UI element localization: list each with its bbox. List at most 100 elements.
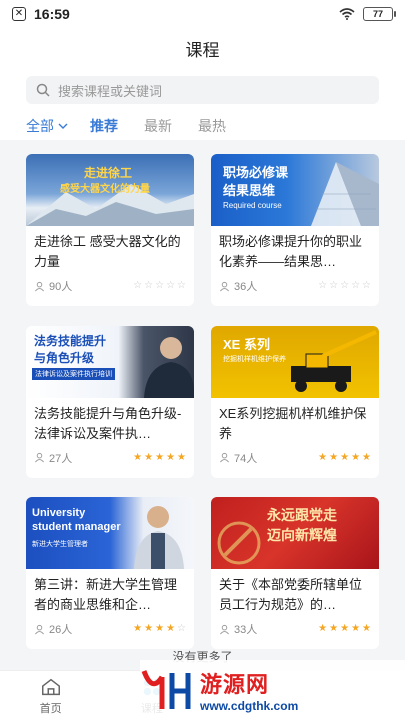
star-icon: ★ [340, 451, 350, 463]
battery-icon: 77 [363, 7, 396, 21]
search-section: 搜索课程或关键词 [0, 68, 405, 112]
rating-stars: ★ ★ ★ ★ ☆ [133, 624, 186, 634]
search-input[interactable]: 搜索课程或关键词 [26, 76, 379, 104]
tab-home[interactable]: 首页 [0, 671, 101, 720]
status-bar: ✕ 16:59 77 [0, 0, 405, 28]
course-thumbnail: 法务技能提升 与角色升级 法律诉讼及案件执行培训 [26, 325, 194, 398]
status-time: 16:59 [34, 6, 70, 22]
thumb-line-2: 结果思维 [223, 183, 276, 198]
filter-bar: 全部 推荐 最新 最热 [0, 112, 405, 140]
course-thumbnail: 走进徐工 感受大器文化的力量 [26, 154, 194, 226]
tab-latest[interactable]: 最新 [144, 116, 172, 136]
thumb-line-1: 职场必修课 [223, 165, 289, 180]
course-card[interactable]: University student manager 新进大学生管理者 第三讲：… [26, 497, 194, 650]
course-card[interactable]: 职场必修课 结果思维 Required course 职场必修课提升你的职业化素… [211, 154, 379, 306]
thumb-line-3: 新进大学生管理者 [32, 541, 88, 549]
course-title: XE系列挖掘机样机维护保养 [219, 405, 367, 441]
star-icon: ★ [133, 451, 143, 463]
course-title: 法务技能提升与角色升级-法律诉讼及案件执… [34, 405, 182, 441]
tab-home-label: 首页 [39, 702, 62, 715]
thumb-line-1: 永远跟党走 [267, 507, 337, 524]
star-icon: ☆ [155, 280, 165, 291]
star-icon: ★ [362, 451, 371, 463]
star-icon: ★ [166, 623, 176, 635]
star-icon: ★ [318, 623, 328, 635]
home-icon [41, 678, 60, 695]
search-icon [36, 83, 50, 97]
thumb-line-3: 法律诉讼及案件执行培训 [32, 367, 115, 380]
thumb-line-2: 与角色升级 [34, 350, 95, 365]
star-icon: ☆ [166, 280, 176, 291]
rating-stars: ★ ★ ★ ★ ★ [318, 451, 371, 463]
course-thumbnail: XE 系列 挖掘机样机维护保养 [211, 325, 379, 398]
star-icon: ★ [144, 451, 154, 463]
thumb-line-2: 感受大器文化的力量 [60, 184, 150, 195]
rating-stars: ☆ ☆ ☆ ☆ ☆ [133, 281, 186, 291]
star-icon: ★ [329, 451, 339, 463]
star-icon: ☆ [133, 280, 143, 291]
battery-level: 77 [372, 9, 383, 19]
star-icon: ★ [351, 623, 361, 635]
learner-count: 36人 [234, 281, 258, 293]
user-icon [35, 281, 44, 291]
rating-stars: ★ ★ ★ ★ ★ [318, 624, 371, 634]
star-icon: ★ [155, 623, 165, 635]
star-icon: ★ [166, 451, 176, 463]
star-icon: ☆ [329, 280, 339, 291]
user-icon [220, 453, 229, 463]
star-icon: ★ [340, 623, 350, 635]
course-title: 职场必修课提升你的职业化素养——结果思… [219, 234, 363, 269]
star-icon: ☆ [340, 280, 350, 291]
learner-count: 74人 [234, 452, 258, 465]
star-icon: ☆ [177, 280, 186, 291]
star-icon: ☆ [144, 280, 154, 291]
thumb-line-1: XE 系列 [223, 336, 270, 352]
star-icon: ★ [329, 623, 339, 635]
tab-hottest[interactable]: 最热 [198, 116, 226, 136]
watermark-url: www.cdgthk.com [200, 699, 299, 713]
page-header: 课程 [0, 28, 405, 68]
star-icon: ☆ [177, 623, 186, 635]
watermark-title: 游源网 [200, 672, 270, 697]
filter-all-dropdown[interactable]: 全部 [26, 116, 68, 136]
thumb-line-2: 挖掘机样机维护保养 [223, 355, 286, 363]
learner-count: 26人 [49, 624, 73, 637]
course-thumbnail: University student manager 新进大学生管理者 [26, 497, 194, 570]
star-icon: ☆ [362, 280, 371, 291]
course-card[interactable]: 法务技能提升 与角色升级 法律诉讼及案件执行培训 法务技能提升与角色升级-法律诉… [26, 325, 194, 478]
filter-all-label: 全部 [26, 118, 54, 134]
star-icon: ★ [144, 623, 154, 635]
close-app-icon: ✕ [12, 7, 26, 21]
star-icon: ★ [362, 623, 371, 635]
course-grid: 走进徐工 感受大器文化的力量 走进徐工 感受大器文化的力量 90人 ☆ ☆ ☆ ☆ ☆ … [0, 140, 405, 655]
star-icon: ★ [133, 623, 143, 635]
thumb-line-2: 迈向新辉煌 [267, 527, 337, 544]
learner-count: 27人 [49, 452, 73, 465]
thumb-line-1: University [32, 507, 86, 520]
learner-count: 33人 [234, 624, 258, 637]
star-icon: ☆ [318, 280, 328, 291]
watermark: 游源网 www.cdgthk.com [140, 660, 405, 720]
star-icon: ★ [318, 451, 328, 463]
course-title: 走进徐工 感受大器文化的力量 [34, 234, 181, 269]
thumb-line-3: Required course [223, 201, 282, 210]
learner-count: 90人 [49, 281, 73, 293]
course-title: 第三讲：新进大学生管理者的商业思维和企… [34, 577, 178, 613]
chevron-down-icon [58, 123, 68, 129]
page-title: 课程 [185, 40, 220, 60]
user-icon [220, 281, 229, 291]
user-icon [220, 624, 229, 635]
star-icon: ★ [177, 451, 186, 463]
star-icon: ★ [351, 451, 361, 463]
course-thumbnail: 永远跟党走 迈向新辉煌 [211, 497, 379, 570]
tab-recommended[interactable]: 推荐 [90, 116, 118, 136]
course-card[interactable]: 永远跟党走 迈向新辉煌 关于《本部党委所辖单位员工行为规范》的… 33人 ★ ★ ★… [211, 497, 379, 650]
course-card[interactable]: XE 系列 挖掘机样机维护保养 XE系列挖掘机样机维护保养 74人 ★ ★ ★ ★ ★ [211, 325, 379, 478]
course-card[interactable]: 走进徐工 感受大器文化的力量 走进徐工 感受大器文化的力量 90人 ☆ ☆ ☆ ☆ ☆ [26, 154, 194, 306]
wifi-icon [339, 8, 355, 20]
star-icon: ★ [155, 451, 165, 463]
thumb-line-2: student manager [32, 521, 121, 534]
search-placeholder: 搜索课程或关键词 [58, 83, 163, 99]
thumb-line-1: 走进徐工 [84, 166, 133, 180]
user-icon [35, 624, 44, 635]
